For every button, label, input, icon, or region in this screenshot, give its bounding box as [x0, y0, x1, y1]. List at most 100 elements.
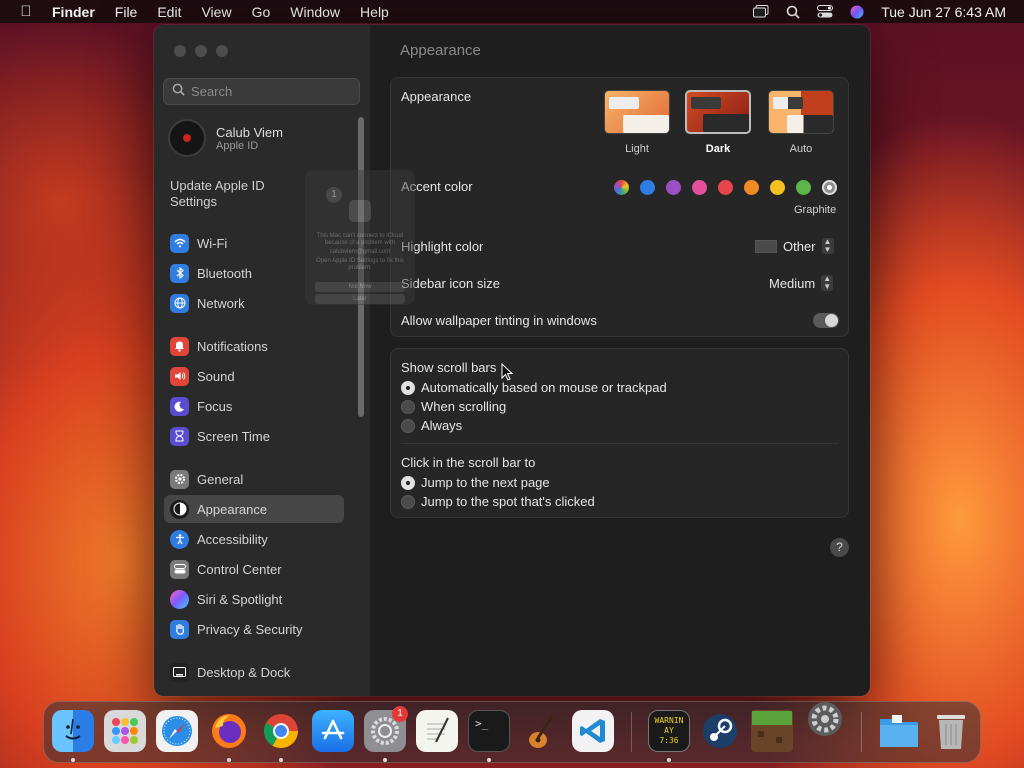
wallpaper-tinting-toggle[interactable] [813, 313, 839, 328]
dock-steam[interactable] [699, 710, 741, 752]
hand-icon [170, 619, 189, 639]
sidebar-item-privacy-security[interactable]: Privacy & Security [164, 615, 344, 643]
dock-app-store[interactable] [312, 710, 354, 752]
notification-not-now-button[interactable]: Not Now [315, 282, 405, 292]
menu-view[interactable]: View [191, 4, 241, 20]
appearance-auto-option[interactable] [768, 90, 834, 134]
accent-green-swatch[interactable] [796, 180, 811, 195]
screen-mirroring-icon[interactable] [753, 5, 769, 19]
scroll-bars-when-scrolling-radio[interactable]: When scrolling [401, 399, 506, 414]
menu-window[interactable]: Window [280, 4, 350, 20]
sidebar-icon-size-select[interactable]: Medium ▲ ▼ [769, 275, 834, 291]
close-button[interactable] [174, 45, 186, 57]
accent-pink-swatch[interactable] [692, 180, 707, 195]
bell-icon [170, 336, 189, 356]
dock-folder[interactable] [878, 710, 920, 752]
dock-firefox[interactable] [208, 710, 250, 752]
minimize-button[interactable] [195, 45, 207, 57]
sidebar-item-label: General [197, 471, 244, 487]
click-jump-to-spot-radio[interactable]: Jump to the spot that's clicked [401, 494, 595, 509]
search-input[interactable] [191, 84, 351, 99]
accent-multicolor-swatch[interactable] [614, 180, 629, 195]
dock-settings-gear[interactable] [804, 698, 846, 740]
system-settings-window: Calub Viem Apple ID Update Apple ID Sett… [154, 25, 870, 696]
menu-go[interactable]: Go [242, 4, 281, 20]
sidebar-item-label: Desktop & Dock [197, 664, 291, 680]
accent-selected-name: Graphite [794, 204, 837, 216]
accent-purple-swatch[interactable] [666, 180, 681, 195]
running-indicator [383, 758, 387, 762]
scroll-bars-always-radio[interactable]: Always [401, 418, 462, 433]
radio-selected-icon [401, 475, 415, 490]
zoom-button[interactable] [216, 45, 228, 57]
dock-separator [861, 712, 862, 752]
spotlight-search-icon[interactable] [785, 5, 801, 19]
hourglass-icon [170, 426, 189, 446]
dock-console[interactable]: WARNIN AY 7:36 [648, 710, 690, 752]
sidebar-item-focus[interactable]: Focus [164, 392, 344, 420]
radio-label: Always [421, 418, 463, 433]
dock-separator [631, 712, 632, 752]
click-jump-next-page-radio[interactable]: Jump to the next page [401, 475, 550, 490]
dock-terminal[interactable]: >_ [468, 710, 510, 752]
dock-trash[interactable] [930, 710, 972, 752]
sidebar-item-accessibility[interactable]: Accessibility [164, 525, 344, 553]
chevron-updown-icon: ▲ ▼ [821, 238, 834, 254]
highlight-color-select[interactable]: Other ▲ ▼ [755, 238, 834, 254]
dock: 1 >_ WARNIN AY 7:36 [43, 701, 981, 763]
help-button[interactable]: ? [830, 538, 849, 557]
appearance-light-option[interactable] [604, 90, 670, 134]
sidebar-item-notifications[interactable]: Notifications [164, 332, 344, 360]
running-indicator [279, 758, 283, 762]
menu-finder[interactable]: Finder [52, 4, 105, 20]
menu-file[interactable]: File [105, 4, 148, 20]
accent-graphite-swatch[interactable] [822, 180, 837, 195]
menu-edit[interactable]: Edit [147, 4, 191, 20]
siri-icon[interactable] [849, 5, 865, 19]
control-center-icon[interactable] [817, 5, 834, 19]
sidebar-item-label: Privacy & Security [197, 621, 303, 637]
apple-id-account[interactable]: Calub Viem Apple ID [168, 119, 283, 157]
accent-yellow-swatch[interactable] [770, 180, 785, 195]
sidebar-item-appearance[interactable]: Appearance [164, 495, 344, 523]
icloud-error-notification[interactable]: This Mac can't connect to iCloud because… [305, 170, 415, 305]
dock-finder[interactable] [52, 710, 94, 752]
clock-datetime[interactable]: Tue Jun 27 6:43 AM [881, 4, 1006, 20]
appearance-dark-option[interactable] [685, 90, 751, 134]
appearance-group: Appearance Light Dark Auto Accent color [390, 77, 849, 337]
accent-orange-swatch[interactable] [744, 180, 759, 195]
sidebar-item-control-center[interactable]: Control Center [164, 555, 344, 583]
accent-red-swatch[interactable] [718, 180, 733, 195]
apple-menu-icon[interactable]:  [0, 3, 52, 20]
dock-garageband[interactable] [520, 710, 562, 752]
bluetooth-icon [170, 263, 189, 283]
sidebar-item-siri-spotlight[interactable]: Siri & Spotlight [164, 585, 344, 613]
sidebar-item-general[interactable]: General [164, 465, 344, 493]
dock-chrome[interactable] [260, 710, 302, 752]
menu-bar:  Finder File Edit View Go Window Help T… [0, 0, 1024, 23]
dock-launchpad[interactable] [104, 710, 146, 752]
scroll-bars-automatic-radio[interactable]: Automatically based on mouse or trackpad [401, 380, 667, 395]
sidebar-item-label: Screen Time [197, 428, 270, 444]
radio-label: Jump to the spot that's clicked [421, 494, 595, 509]
account-name: Calub Viem [216, 124, 283, 140]
divider [401, 443, 838, 444]
radio-label: When scrolling [421, 399, 507, 414]
moon-icon [170, 396, 189, 416]
sidebar-item-screen-time[interactable]: Screen Time [164, 422, 344, 450]
notification-later-button[interactable]: Later [315, 294, 405, 304]
sidebar-item-desktop-dock[interactable]: Desktop & Dock [164, 658, 344, 686]
accent-blue-swatch[interactable] [640, 180, 655, 195]
dock-minecraft[interactable] [751, 710, 793, 752]
dock-vscode[interactable] [572, 710, 614, 752]
running-indicator [227, 758, 231, 762]
radio-label: Jump to the next page [421, 475, 550, 490]
sidebar-item-sound[interactable]: Sound [164, 362, 344, 390]
dock-textedit[interactable] [416, 710, 458, 752]
console-text: WARNIN AY 7:36 [654, 716, 684, 745]
menu-help[interactable]: Help [350, 4, 399, 20]
apple-logo-icon [349, 200, 371, 222]
search-field[interactable] [163, 78, 360, 105]
sidebar-item-label: Focus [197, 398, 233, 414]
dock-safari[interactable] [156, 710, 198, 752]
